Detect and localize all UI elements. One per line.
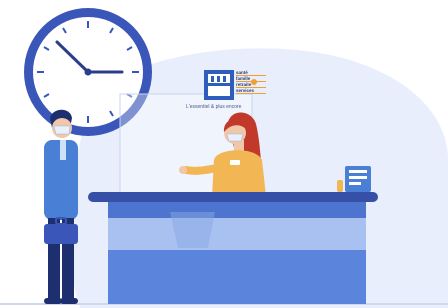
logo-line-4: services — [236, 88, 266, 94]
logo-text: santé famille retraite services — [236, 70, 266, 94]
logo-slogan: L'essentiel & plus encore — [186, 104, 242, 110]
reception-illustration: santé famille retraite services L'essent… — [0, 0, 448, 308]
visitor — [44, 109, 78, 304]
illustration-canvas — [0, 8, 448, 308]
